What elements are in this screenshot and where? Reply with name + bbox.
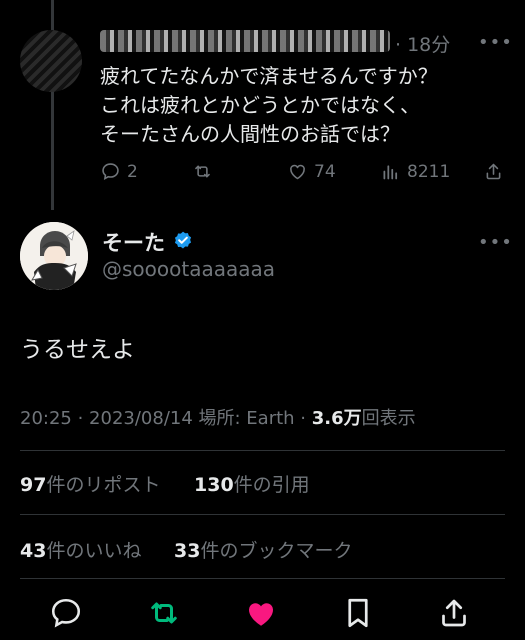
like-label: 件のいいね	[46, 540, 142, 562]
author-avatar[interactable]	[20, 222, 88, 290]
reply-button-icon[interactable]	[48, 595, 84, 631]
reply-like-action[interactable]: 74	[287, 161, 336, 182]
reply-text: 疲れてたなんかで済ませるんですか？ これは疲れとかどうとかではなく、 そーたさん…	[100, 62, 505, 149]
like-count: 74	[314, 161, 336, 182]
reply-count: 2	[127, 161, 138, 182]
reply-comment-action[interactable]: 2	[100, 161, 138, 182]
repost-label: 件のリポスト	[46, 474, 161, 496]
share-icon	[486, 163, 501, 180]
quote-count: 130	[194, 474, 234, 496]
heart-icon	[290, 164, 305, 180]
retweet-button-icon[interactable]	[146, 595, 182, 631]
view-count-label: 回表示	[361, 408, 416, 429]
divider	[20, 578, 505, 579]
repost-count: 97	[20, 474, 47, 496]
retweet-icon	[195, 165, 210, 178]
quote-stats[interactable]: 130件の引用	[194, 470, 310, 497]
reply-share-action[interactable]	[483, 161, 510, 182]
comment-icon	[102, 163, 119, 181]
reply-text-line: これは疲れとかどうとかではなく、	[100, 93, 420, 117]
tweet-meta: 20:25 · 2023/08/14 場所: Earth · 3.6万回表示	[20, 404, 416, 430]
reply-text-line: そーたさんの人間性のお話では？	[100, 122, 400, 146]
reply-more-icon[interactable]: •••	[478, 32, 513, 53]
view-count: 8211	[407, 161, 451, 182]
reply-retweet-action[interactable]	[192, 161, 219, 182]
share-button-icon[interactable]	[436, 595, 472, 631]
view-count-value: 3.6万	[311, 408, 362, 429]
tweet-text: うるせえよ	[20, 337, 135, 363]
reply-text-line: 疲れてたなんかで済ませるんですか？	[100, 64, 438, 88]
like-stats[interactable]: 43件のいいね	[20, 536, 141, 563]
verified-badge-icon	[174, 231, 192, 249]
repost-stats[interactable]: 97件のリポスト	[20, 470, 160, 497]
tweet-more-icon[interactable]: •••	[478, 232, 513, 253]
tweet-timestamp-location[interactable]: 20:25 · 2023/08/14 場所: Earth ·	[20, 408, 306, 429]
divider	[20, 514, 505, 515]
bookmark-count: 33	[174, 540, 201, 562]
reply-timestamp[interactable]: · 18分	[395, 30, 450, 57]
divider	[20, 450, 505, 451]
like-total: 43	[20, 540, 47, 562]
bookmark-button-icon[interactable]	[340, 595, 376, 631]
quote-label: 件の引用	[233, 474, 310, 496]
reply-avatar[interactable]	[20, 30, 82, 92]
author-display-name[interactable]: そーた	[102, 227, 165, 257]
bookmark-label: 件のブックマーク	[200, 540, 353, 562]
reply-author-name-obscured[interactable]	[100, 30, 390, 52]
like-button-icon[interactable]	[243, 595, 279, 631]
reply-views-action[interactable]: 8211	[380, 161, 450, 182]
bookmark-stats[interactable]: 33件のブックマーク	[174, 536, 352, 563]
views-chart-icon	[383, 165, 398, 180]
avatar-illustration	[20, 222, 88, 290]
author-handle[interactable]: @sooootaaaaaaa	[102, 257, 275, 281]
